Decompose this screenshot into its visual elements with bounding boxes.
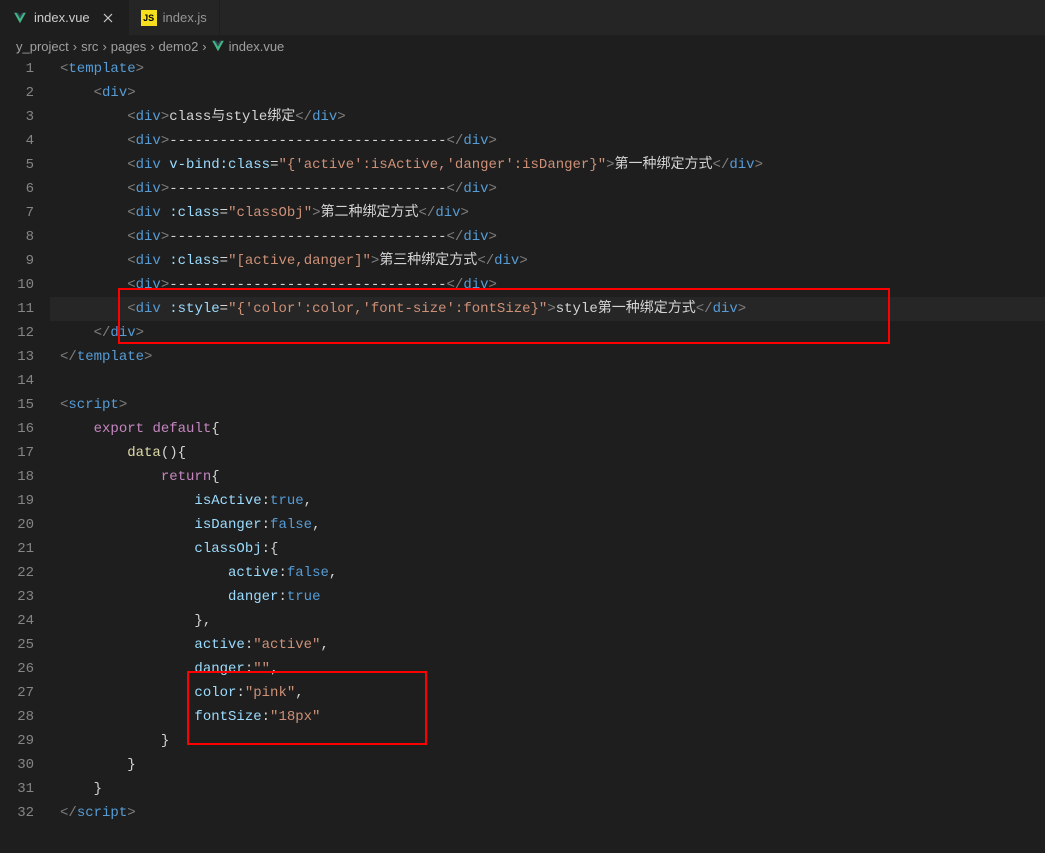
line-number: 21 [0, 537, 34, 561]
code-line[interactable]: } [50, 729, 1045, 753]
breadcrumb-label: index.vue [229, 39, 285, 54]
code-line[interactable]: <div :style="{'color':color,'font-size':… [50, 297, 1045, 321]
close-icon[interactable] [100, 10, 116, 26]
code-line[interactable]: <div>---------------------------------</… [50, 177, 1045, 201]
chevron-right-icon: › [102, 39, 106, 54]
chevron-right-icon: › [202, 39, 206, 54]
code-line[interactable]: fontSize:"18px" [50, 705, 1045, 729]
code-line[interactable]: <div>---------------------------------</… [50, 273, 1045, 297]
line-number: 6 [0, 177, 34, 201]
code-line[interactable]: danger:true [50, 585, 1045, 609]
js-icon: JS [141, 10, 157, 26]
line-number: 10 [0, 273, 34, 297]
line-number: 22 [0, 561, 34, 585]
line-number: 32 [0, 801, 34, 825]
line-number: 9 [0, 249, 34, 273]
code-line[interactable]: return{ [50, 465, 1045, 489]
code-line[interactable]: <template> [50, 57, 1045, 81]
chevron-right-icon: › [73, 39, 77, 54]
code-line[interactable]: } [50, 777, 1045, 801]
gutter: 1234567891011121314151617181920212223242… [0, 57, 50, 825]
code-line[interactable]: active:false, [50, 561, 1045, 585]
line-number: 12 [0, 321, 34, 345]
breadcrumb-item[interactable]: y_project [16, 39, 69, 54]
code-line[interactable]: <div :class="[active,danger]">第三种绑定方式</d… [50, 249, 1045, 273]
line-number: 18 [0, 465, 34, 489]
line-number: 8 [0, 225, 34, 249]
code-line[interactable]: color:"pink", [50, 681, 1045, 705]
line-number: 14 [0, 369, 34, 393]
line-number: 13 [0, 345, 34, 369]
breadcrumb-item[interactable]: index.vue [211, 39, 285, 54]
line-number: 23 [0, 585, 34, 609]
tab-bar: index.vue JS index.js [0, 0, 1045, 35]
tab-index-vue[interactable]: index.vue [0, 0, 129, 35]
code-line[interactable]: </script> [50, 801, 1045, 825]
code-line[interactable]: <div>---------------------------------</… [50, 129, 1045, 153]
line-number: 30 [0, 753, 34, 777]
line-number: 2 [0, 81, 34, 105]
line-number: 28 [0, 705, 34, 729]
code-line[interactable]: <div v-bind:class="{'active':isActive,'d… [50, 153, 1045, 177]
code-line[interactable]: <div> [50, 81, 1045, 105]
code-line[interactable]: isActive:true, [50, 489, 1045, 513]
code-area[interactable]: <template> <div> <div>class与style绑定</div… [50, 57, 1045, 825]
vue-icon [12, 10, 28, 26]
code-line[interactable]: danger:"", [50, 657, 1045, 681]
line-number: 16 [0, 417, 34, 441]
line-number: 4 [0, 129, 34, 153]
line-number: 17 [0, 441, 34, 465]
tab-index-js[interactable]: JS index.js [129, 0, 220, 35]
code-line[interactable]: classObj:{ [50, 537, 1045, 561]
line-number: 26 [0, 657, 34, 681]
breadcrumb-item[interactable]: src [81, 39, 98, 54]
code-line[interactable]: }, [50, 609, 1045, 633]
code-line[interactable]: <div>class与style绑定</div> [50, 105, 1045, 129]
code-line[interactable]: data(){ [50, 441, 1045, 465]
line-number: 24 [0, 609, 34, 633]
line-number: 11 [0, 297, 34, 321]
code-line[interactable]: export default{ [50, 417, 1045, 441]
code-line[interactable]: } [50, 753, 1045, 777]
tab-label: index.vue [34, 10, 90, 25]
line-number: 29 [0, 729, 34, 753]
line-number: 5 [0, 153, 34, 177]
code-line[interactable] [50, 369, 1045, 393]
line-number: 1 [0, 57, 34, 81]
line-number: 27 [0, 681, 34, 705]
breadcrumb-item[interactable]: demo2 [159, 39, 199, 54]
breadcrumb: y_project › src › pages › demo2 › index.… [0, 35, 1045, 57]
line-number: 25 [0, 633, 34, 657]
breadcrumb-item[interactable]: pages [111, 39, 146, 54]
code-line[interactable]: isDanger:false, [50, 513, 1045, 537]
code-line[interactable]: <div>---------------------------------</… [50, 225, 1045, 249]
line-number: 19 [0, 489, 34, 513]
line-number: 3 [0, 105, 34, 129]
code-line[interactable]: </template> [50, 345, 1045, 369]
code-editor[interactable]: 1234567891011121314151617181920212223242… [0, 57, 1045, 825]
line-number: 7 [0, 201, 34, 225]
code-line[interactable]: </div> [50, 321, 1045, 345]
line-number: 20 [0, 513, 34, 537]
code-line[interactable]: <div :class="classObj">第二种绑定方式</div> [50, 201, 1045, 225]
line-number: 15 [0, 393, 34, 417]
tab-label: index.js [163, 10, 207, 25]
chevron-right-icon: › [150, 39, 154, 54]
code-line[interactable]: <script> [50, 393, 1045, 417]
code-line[interactable]: active:"active", [50, 633, 1045, 657]
line-number: 31 [0, 777, 34, 801]
